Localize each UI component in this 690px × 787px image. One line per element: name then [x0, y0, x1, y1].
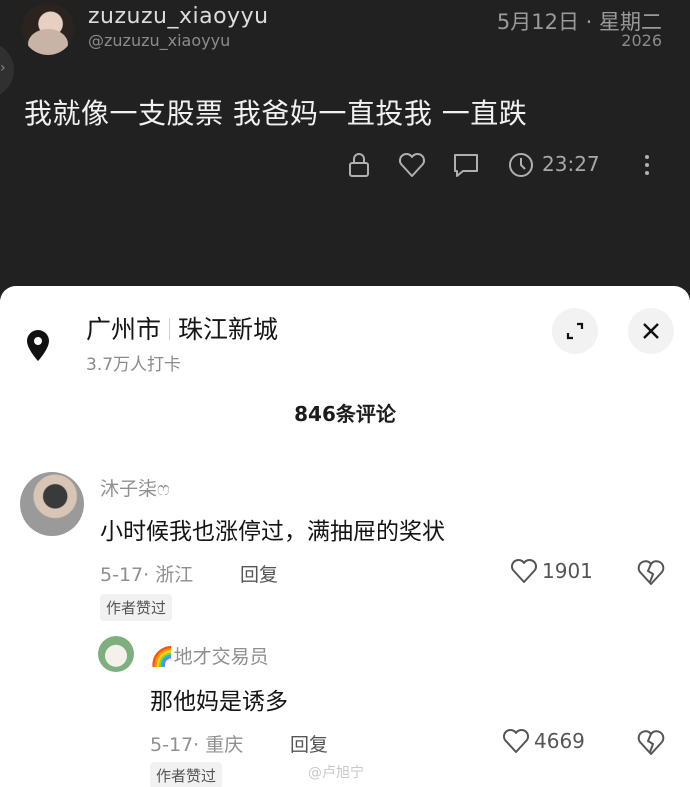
close-icon [643, 323, 659, 339]
post-year: 2026 [621, 31, 662, 50]
like-count: 1901 [542, 559, 593, 583]
heart-outline-icon [502, 728, 530, 753]
comment-text: 小时候我也涨停过，满抽屉的奖状 [100, 519, 445, 545]
lock-icon[interactable] [344, 150, 374, 180]
post-text: 我就像一支股票 我爸妈一直投我 一直跌 [24, 97, 528, 130]
location-title[interactable]: 广州市 珠江新城 [86, 310, 278, 346]
commenter-avatar[interactable] [20, 472, 84, 536]
comment-meta: 5-17· 重庆 [150, 734, 244, 756]
location-district: 珠江新城 [178, 315, 279, 344]
post-avatar[interactable] [22, 3, 74, 55]
commenter-name[interactable]: 沐子柒ෆ [100, 474, 170, 501]
broken-heart-icon[interactable] [636, 728, 666, 756]
like-count: 4669 [534, 729, 585, 753]
author-liked-badge: 作者赞过 [100, 594, 173, 621]
more-icon[interactable] [632, 150, 662, 180]
post-card: › zuzuzu_xiaoyyu @zuzuzu_xiaoyyu 5月12日 ·… [0, 0, 690, 300]
divider [169, 318, 171, 340]
comment-count: 846条评论 [294, 402, 396, 426]
post-handle: @zuzuzu_xiaoyyu [88, 31, 231, 50]
reply-button[interactable]: 回复 [240, 560, 278, 587]
commenter-name[interactable]: 🌈地才交易员 [150, 642, 269, 669]
comment-text: 那他妈是诱多 [150, 689, 288, 715]
expand-icon [566, 322, 584, 340]
post-time: 23:27 [542, 152, 600, 176]
heart-icon[interactable] [397, 150, 427, 180]
broken-heart-icon[interactable] [636, 558, 666, 586]
watermark: @卢旭宁 [308, 765, 364, 781]
like-button[interactable]: 1901 [510, 558, 593, 584]
post-username[interactable]: zuzuzu_xiaoyyu [88, 4, 269, 29]
side-collapse-tab[interactable]: › [0, 42, 14, 98]
location-checkins: 3.7万人打卡 [86, 355, 182, 375]
post-action-bar: 23:27 [0, 148, 690, 182]
location-city: 广州市 [86, 315, 162, 344]
chevron-left-icon: › [0, 60, 6, 76]
comment-meta: 5-17· 浙江 [100, 564, 194, 586]
comment-icon[interactable] [451, 150, 481, 180]
expand-button[interactable] [552, 308, 598, 354]
heart-outline-icon [510, 558, 538, 583]
clock-icon [506, 150, 536, 180]
reply-button[interactable]: 回复 [290, 730, 328, 757]
commenter-avatar[interactable] [98, 636, 134, 672]
close-button[interactable] [628, 308, 674, 354]
comment-sheet: 广州市 珠江新城 3.7万人打卡 846条评论 沐子柒ෆ 小时候我也涨停过，满抽屉… [0, 286, 690, 787]
location-pin-icon [18, 326, 58, 366]
author-liked-badge: 作者赞过 [150, 762, 223, 787]
like-button[interactable]: 4669 [502, 728, 585, 754]
